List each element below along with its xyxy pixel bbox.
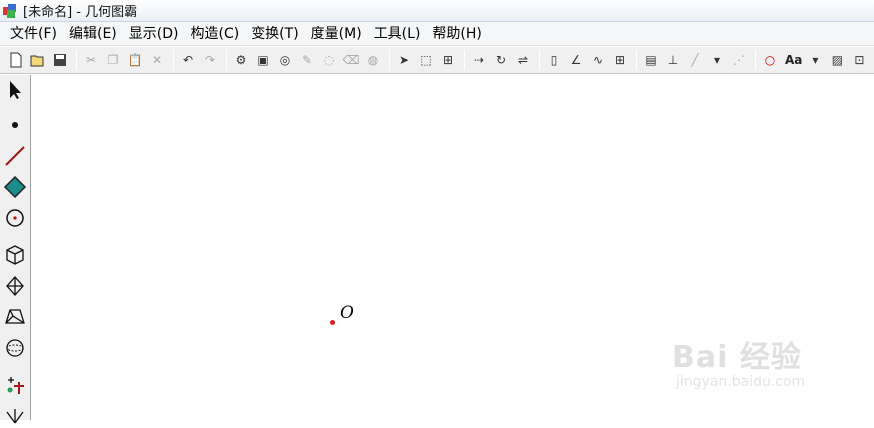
menu-tools[interactable]: 工具(L) bbox=[368, 23, 427, 45]
watermark-url: jingyan.baidu.com bbox=[676, 374, 806, 390]
dropdown-chevron-icon[interactable]: ▾ bbox=[707, 50, 727, 70]
app-icon bbox=[3, 3, 17, 18]
arrow-select-icon[interactable] bbox=[3, 77, 27, 103]
octahedron-tool-icon[interactable] bbox=[3, 273, 27, 299]
settings-gear-icon[interactable]: ⚙ bbox=[231, 50, 251, 70]
toolbar-separator bbox=[539, 50, 540, 70]
menu-edit[interactable]: 编辑(E) bbox=[63, 23, 123, 45]
toolbar: ✂ ❐ 📋 ✕ ↶ ↷ ⚙ ▣ ◎ ✎ ◌ ⌫ ◍ ➤ ⬚ ⊞ ⇢ ↻ ⇌ ▯ … bbox=[0, 47, 874, 74]
cube-tool-icon[interactable] bbox=[3, 242, 27, 268]
redo-icon[interactable]: ↷ bbox=[200, 50, 220, 70]
toolbar-separator bbox=[636, 50, 637, 70]
copy-icon[interactable]: ❐ bbox=[103, 50, 123, 70]
menu-construct[interactable]: 构造(C) bbox=[184, 23, 245, 45]
polygon-tool-icon[interactable] bbox=[3, 174, 27, 200]
menu-transform[interactable]: 变换(T) bbox=[245, 23, 304, 45]
coordinate-axes-icon[interactable]: ⊥ bbox=[663, 50, 683, 70]
properties-icon[interactable]: ▣ bbox=[253, 50, 273, 70]
menu-measure[interactable]: 度量(M) bbox=[305, 23, 368, 45]
window-title: [未命名] - 几何图霸 bbox=[23, 5, 138, 20]
paste-icon[interactable]: 📋 bbox=[125, 50, 145, 70]
menu-bar: 文件(F) 编辑(E) 显示(D) 构造(C) 变换(T) 度量(M) 工具(L… bbox=[0, 22, 874, 46]
menu-display[interactable]: 显示(D) bbox=[123, 23, 185, 45]
menu-help[interactable]: 帮助(H) bbox=[426, 23, 487, 45]
segment-tool-icon[interactable] bbox=[3, 143, 27, 169]
watermark: Bai 经验 jingyan.baidu.com bbox=[672, 322, 842, 402]
rotate-icon[interactable]: ↻ bbox=[491, 50, 511, 70]
measure-angle-icon[interactable]: ∠ bbox=[566, 50, 586, 70]
measure-length-icon[interactable]: ▯ bbox=[544, 50, 564, 70]
frustum-tool-icon[interactable] bbox=[3, 304, 27, 330]
text-box-icon[interactable]: ▤ bbox=[641, 50, 661, 70]
font-dropdown-icon[interactable]: ▾ bbox=[805, 50, 825, 70]
cut-icon[interactable]: ✂ bbox=[81, 50, 101, 70]
dotted-line-icon[interactable]: ⋰ bbox=[729, 50, 749, 70]
translate-icon[interactable]: ⇢ bbox=[469, 50, 489, 70]
tool-palette bbox=[0, 75, 31, 424]
fan-tool-icon[interactable] bbox=[3, 402, 27, 428]
select-arrow-icon[interactable]: ➤ bbox=[394, 50, 414, 70]
toolbar-separator bbox=[173, 50, 174, 70]
eraser-icon[interactable]: ⌫ bbox=[341, 50, 361, 70]
toolbar-separator bbox=[389, 50, 390, 70]
reflect-icon[interactable]: ⇌ bbox=[513, 50, 533, 70]
toolbar-separator bbox=[464, 50, 465, 70]
grid-icon[interactable]: ⊞ bbox=[610, 50, 630, 70]
point-o[interactable] bbox=[330, 320, 335, 325]
font-button[interactable]: Aa bbox=[785, 53, 802, 67]
select-region-icon[interactable]: ⬚ bbox=[416, 50, 436, 70]
image-icon[interactable]: ▨ bbox=[827, 50, 847, 70]
menu-file[interactable]: 文件(F) bbox=[4, 23, 63, 45]
line-style-icon[interactable]: ╱ bbox=[685, 50, 705, 70]
animation-icon[interactable]: ◎ bbox=[275, 50, 295, 70]
open-file-icon[interactable] bbox=[28, 50, 48, 70]
watermark-brand: Bai 经验 bbox=[672, 340, 802, 375]
point-tool-icon[interactable] bbox=[3, 112, 27, 138]
undo-icon[interactable]: ↶ bbox=[178, 50, 198, 70]
delete-icon[interactable]: ✕ bbox=[147, 50, 167, 70]
toolbar-separator bbox=[755, 50, 756, 70]
screenshot-icon[interactable]: ⊡ bbox=[849, 50, 869, 70]
save-icon[interactable] bbox=[50, 50, 70, 70]
title-bar: [未命名] - 几何图霸 bbox=[0, 0, 874, 22]
color-icon[interactable]: ◍ bbox=[363, 50, 383, 70]
hide-icon[interactable]: ◌ bbox=[319, 50, 339, 70]
select-group-icon[interactable]: ⊞ bbox=[438, 50, 458, 70]
point-style-icon[interactable]: ○ bbox=[760, 50, 780, 70]
toolbar-separator bbox=[226, 50, 227, 70]
trace-icon[interactable]: ✎ bbox=[297, 50, 317, 70]
function-plot-icon[interactable]: ∿ bbox=[588, 50, 608, 70]
sphere-tool-icon[interactable] bbox=[3, 335, 27, 361]
custom-tool-icon[interactable] bbox=[3, 372, 27, 398]
circle-tool-icon[interactable] bbox=[3, 205, 27, 231]
point-o-label[interactable]: O bbox=[340, 303, 354, 323]
toolbar-separator bbox=[76, 50, 77, 70]
new-file-icon[interactable] bbox=[6, 50, 26, 70]
